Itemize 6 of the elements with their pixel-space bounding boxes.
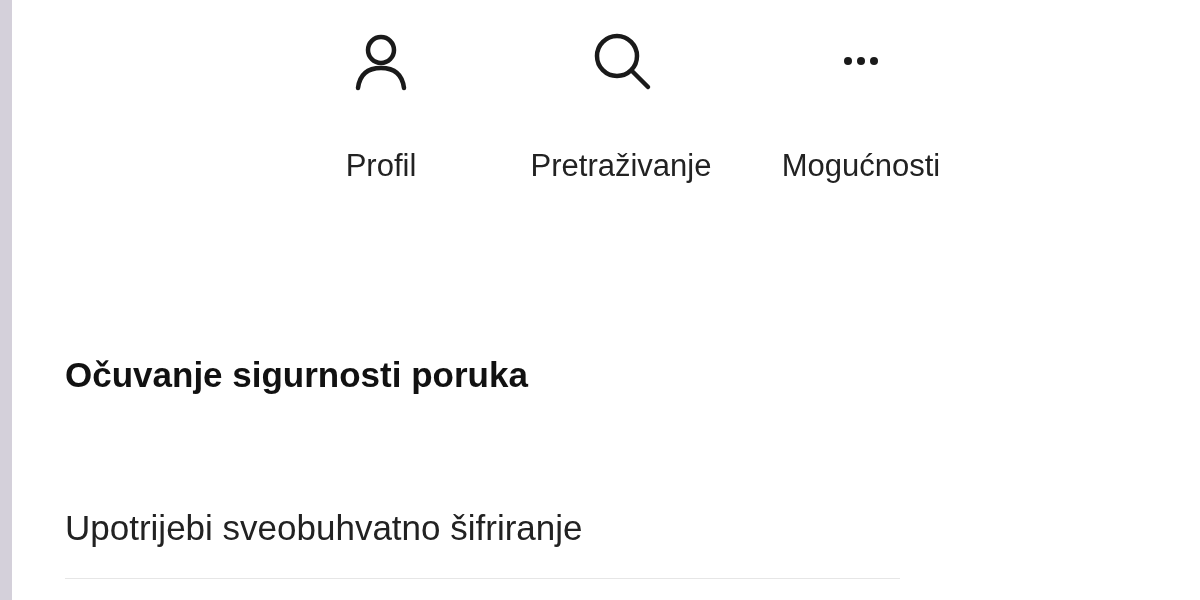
- section-title: Očuvanje sigurnosti poruka: [65, 354, 530, 396]
- search-button[interactable]: Pretraživanje: [516, 28, 726, 181]
- more-icon: [844, 57, 878, 65]
- profile-button[interactable]: Profil: [276, 28, 486, 181]
- setting-item[interactable]: Upotrijebi sveobuhvatno šifriranje: [65, 501, 1200, 554]
- more-button[interactable]: Mogućnosti: [756, 28, 966, 181]
